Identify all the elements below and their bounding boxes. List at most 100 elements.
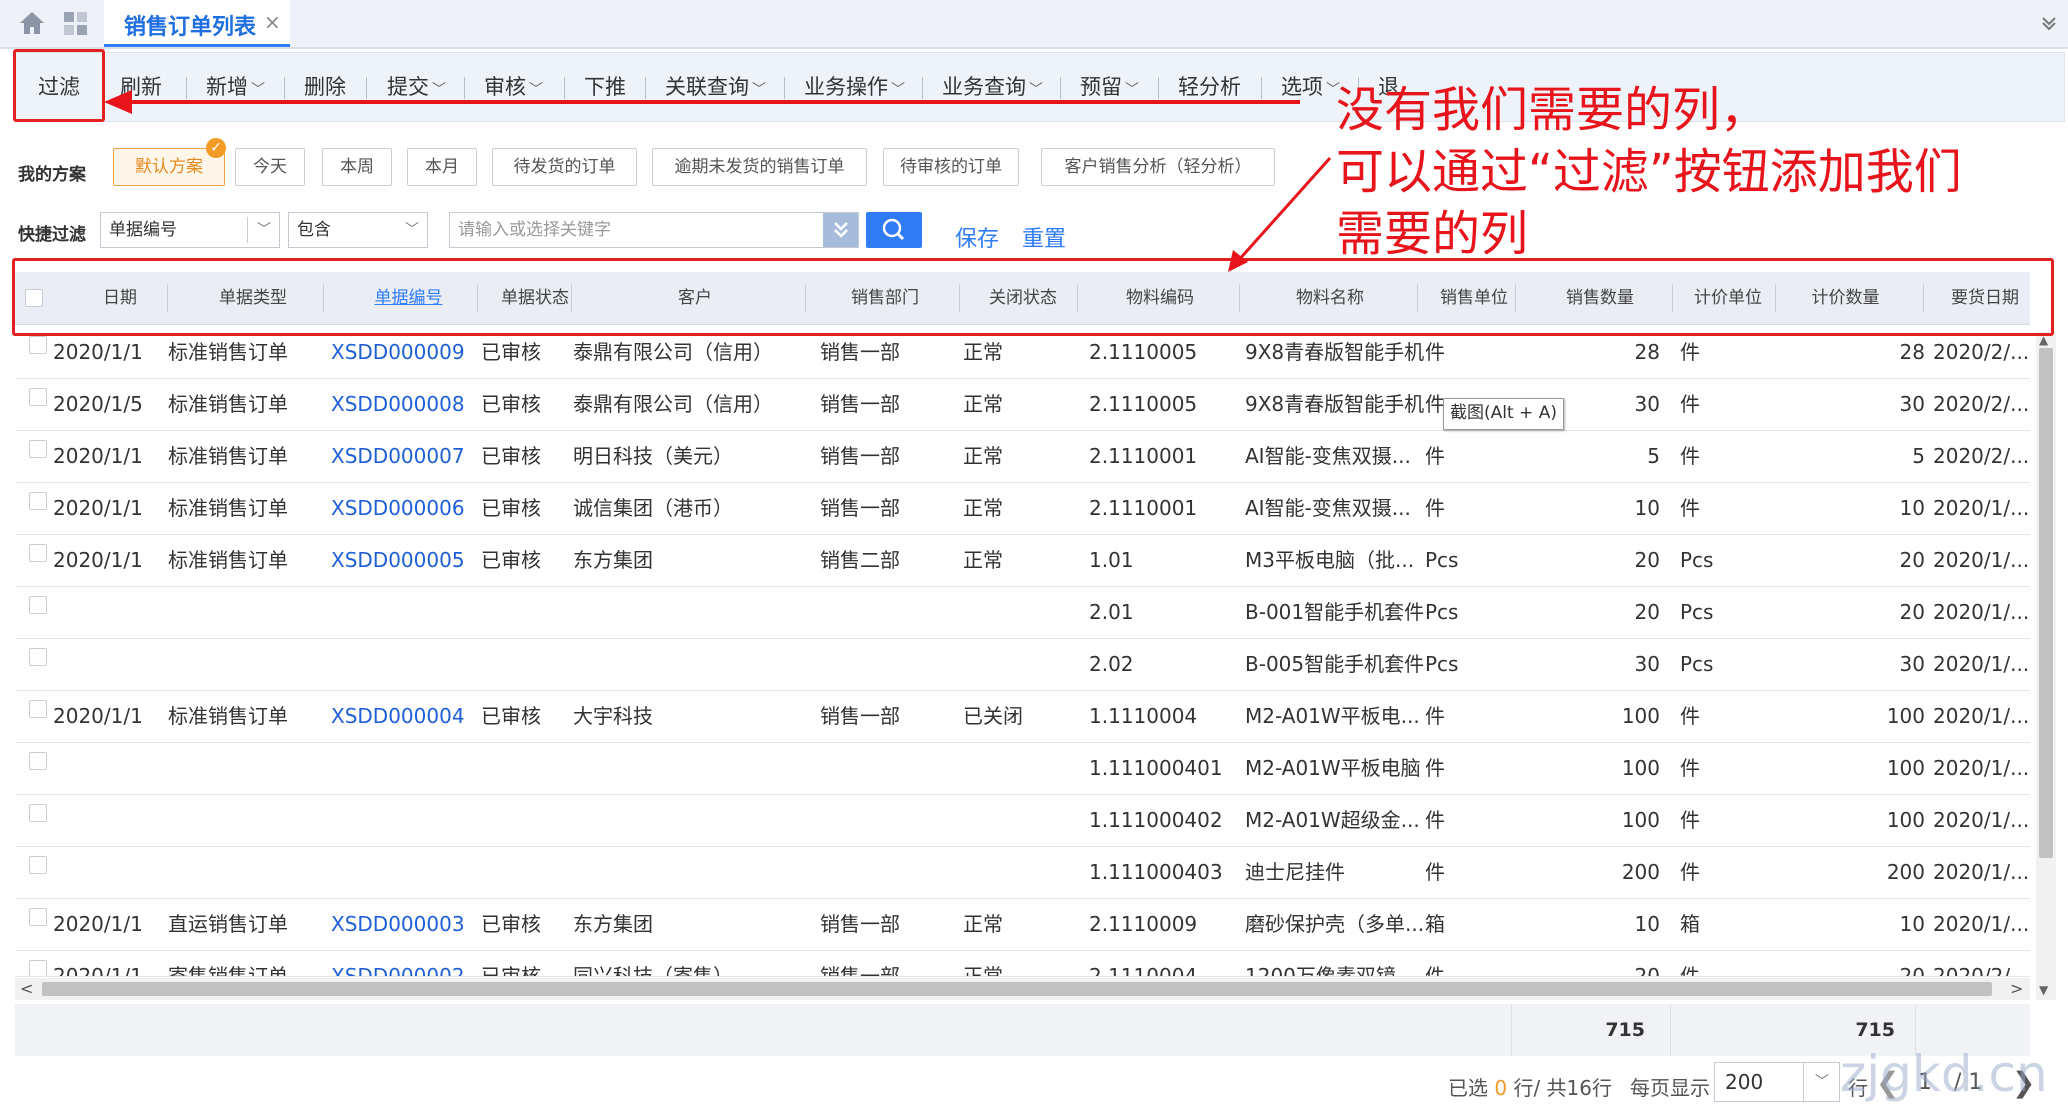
toolbar-button-11[interactable]: 轻分析 [1178, 71, 1241, 101]
scroll-down-icon[interactable]: ▼ [2039, 983, 2048, 997]
cell-3 [481, 742, 573, 794]
chevron-down-icon[interactable] [2040, 14, 2058, 30]
scheme-chip-3[interactable]: 本月 [407, 148, 477, 186]
chevron-down-icon: ﹀ [405, 222, 419, 238]
cell-10: 20 [1634, 600, 1660, 624]
row-checkbox[interactable] [29, 752, 47, 770]
cell-2[interactable]: XSDD000004 [331, 690, 481, 742]
scheme-chip-1[interactable]: 今天 [235, 148, 305, 186]
row-checkbox[interactable] [29, 648, 47, 666]
per-page-select[interactable]: 200 ﹀ [1714, 1062, 1840, 1102]
table-row[interactable]: 2.01 B-001智能手机套件 Pcs 20 Pcs 20 2020/1/... [15, 586, 2030, 639]
table-row[interactable]: 2020/1/1 直运销售订单 XSDD000003 已审核 东方集团 销售一部 正常 2.1… [15, 898, 2030, 951]
cell-2[interactable]: XSDD000007 [331, 430, 481, 482]
row-checkbox[interactable] [29, 440, 47, 458]
keyword-input[interactable]: 请输入或选择关键字 [449, 212, 859, 248]
search-button[interactable] [866, 212, 922, 248]
cell-2[interactable] [331, 638, 481, 690]
toolbar-button-5[interactable]: 审核 ﹀ [484, 71, 543, 101]
scheme-chip-6[interactable]: 待审核的订单 [883, 148, 1019, 186]
row-checkbox[interactable] [29, 960, 47, 976]
cell-7: 2.01 [1089, 600, 1134, 624]
row-checkbox[interactable] [29, 700, 47, 718]
row-checkbox[interactable] [29, 596, 47, 614]
cell-2[interactable] [331, 742, 481, 794]
cell-2[interactable] [331, 846, 481, 898]
scheme-label: 我的方案 [18, 165, 86, 185]
row-checkbox[interactable] [29, 492, 47, 510]
cell-0: 2020/1/1 [53, 912, 143, 936]
cell-5 [820, 794, 963, 846]
cell-2[interactable]: XSDD000005 [331, 534, 481, 586]
table-row[interactable]: 2020/1/1 标准销售订单 XSDD000006 已审核 诚信集团（港币） 销售一部 正… [15, 482, 2030, 535]
annotation-line-2: 可以通过“过滤”按钮添加我们 [1336, 144, 1962, 200]
filter-operator-select[interactable]: 包含 ﹀ [288, 212, 428, 248]
scheme-chip-2[interactable]: 本周 [322, 148, 392, 186]
scroll-left-icon[interactable]: < [20, 979, 33, 998]
row-checkbox[interactable] [29, 908, 47, 926]
table-row[interactable]: 2.02 B-005智能手机套件 Pcs 30 Pcs 30 2020/1/... [15, 638, 2030, 691]
table-row[interactable]: 2020/1/5 标准销售订单 XSDD000008 已审核 泰鼎有限公司（信用） 销售一… [15, 378, 2030, 431]
horizontal-scroll-thumb[interactable] [42, 982, 1992, 996]
toolbar-button-3[interactable]: 删除 [304, 71, 346, 101]
selected-count: 0 [1494, 1076, 1508, 1100]
toolbar-button-10[interactable]: 预留 ﹀ [1080, 71, 1139, 101]
row-checkbox[interactable] [29, 804, 47, 822]
toolbar-button-9[interactable]: 业务查询 ﹀ [942, 71, 1043, 101]
toolbar-button-2[interactable]: 新增 ﹀ [206, 71, 265, 101]
filter-field-select[interactable]: 单据编号 ﹀ [100, 212, 280, 248]
cell-2[interactable] [331, 794, 481, 846]
toolbar-separator [186, 77, 187, 99]
cell-2[interactable]: XSDD000008 [331, 378, 481, 430]
toolbar-button-4[interactable]: 提交 ﹀ [387, 71, 446, 101]
table-row[interactable]: 2020/1/1 标准销售订单 XSDD000007 已审核 明日科技（美元） 销售一部 正… [15, 430, 2030, 483]
toolbar-button-6[interactable]: 下推 [584, 71, 626, 101]
cell-2[interactable]: XSDD000006 [331, 482, 481, 534]
table-row[interactable]: 2020/1/1 寄售销售订单 XSDD000002 已审核 同兴科技（寄售） 销售一部 正… [15, 950, 2030, 977]
cell-3 [481, 846, 573, 898]
cell-2[interactable]: XSDD000003 [331, 898, 481, 950]
cell-12: 30 [1899, 392, 1925, 416]
home-icon[interactable] [18, 10, 46, 36]
scheme-chip-5[interactable]: 逾期未发货的销售订单 [652, 148, 867, 186]
toolbar-button-7[interactable]: 关联查询 ﹀ [665, 71, 766, 101]
cell-5 [820, 742, 963, 794]
row-checkbox[interactable] [29, 544, 47, 562]
double-chevron-down-icon[interactable] [823, 213, 858, 247]
save-link[interactable]: 保存 [955, 221, 999, 253]
scheme-chip-7[interactable]: 客户销售分析（轻分析） [1041, 148, 1275, 186]
cell-4 [573, 638, 820, 690]
table-row[interactable]: 2020/1/1 标准销售订单 XSDD000005 已审核 东方集团 销售二部 正常 1.0… [15, 534, 2030, 587]
cell-9: 件 [1425, 964, 1445, 977]
total-sales-qty: 715 [1605, 1019, 1645, 1041]
row-checkbox[interactable] [29, 856, 47, 874]
cell-0 [53, 794, 168, 846]
row-checkbox[interactable] [29, 336, 47, 354]
toolbar-button-12[interactable]: 选项 ﹀ [1281, 71, 1340, 101]
cell-7: 2.1110009 [1089, 912, 1198, 936]
cell-1 [168, 846, 331, 898]
table-row[interactable]: 1.111000402 M2-A01W超级金... 件 100 件 100 2020/1/.… [15, 794, 2030, 847]
row-checkbox[interactable] [29, 388, 47, 406]
vertical-scroll-thumb[interactable] [2039, 348, 2053, 858]
scheme-chip-4[interactable]: 待发货的订单 [492, 148, 637, 186]
cell-9: 件 [1425, 860, 1445, 884]
cell-4 [573, 586, 820, 638]
cell-2[interactable] [331, 586, 481, 638]
toolbar-separator [366, 77, 367, 99]
toolbar-separator [645, 77, 646, 99]
table-row[interactable]: 2020/1/1 标准销售订单 XSDD000004 已审核 大宇科技 销售一部 已关闭 1.… [15, 690, 2030, 743]
scroll-right-icon[interactable]: > [2010, 979, 2023, 998]
table-row[interactable]: 1.111000401 M2-A01W平板电脑件 100 件 100 2020/1/... [15, 742, 2030, 795]
table-row[interactable]: 1.111000403 迪士尼挂件 件 200 件 200 2020/1/... [15, 846, 2030, 899]
toolbar-button-8[interactable]: 业务操作 ﹀ [804, 71, 905, 101]
toolbar-button-1[interactable]: 刷新 [120, 71, 162, 101]
cell-2[interactable]: XSDD000002 [331, 950, 481, 976]
cell-3: 已审核 [481, 704, 541, 728]
tab-sales-order-list[interactable]: 销售订单列表 × [104, 0, 290, 47]
cell-12: 20 [1899, 964, 1925, 977]
tab-title: 销售订单列表 [124, 15, 257, 40]
apps-grid-icon[interactable] [62, 10, 90, 36]
reset-link[interactable]: 重置 [1022, 221, 1066, 253]
close-icon[interactable]: × [264, 10, 281, 34]
